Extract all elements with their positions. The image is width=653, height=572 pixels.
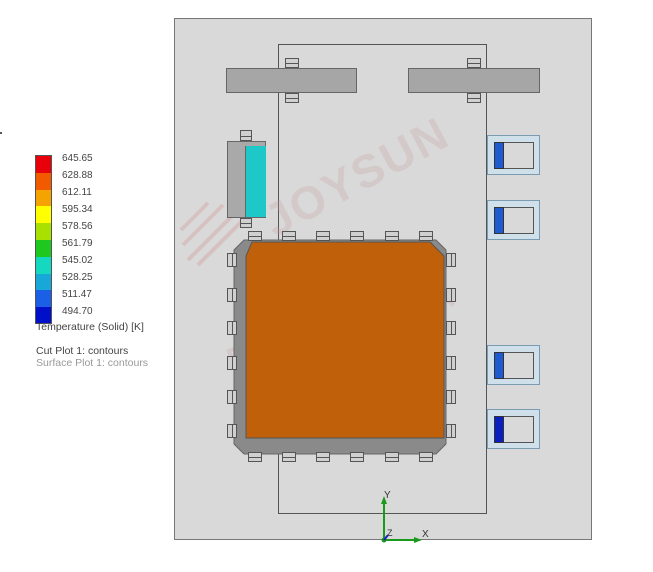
- blue-pad: [494, 142, 504, 169]
- chip-pin: [350, 231, 364, 241]
- legend-tick-label: 578.56: [62, 221, 93, 232]
- chip-pin: [446, 424, 456, 438]
- chip-pin: [446, 253, 456, 267]
- bar-pin: [285, 93, 299, 103]
- bar-pin: [467, 93, 481, 103]
- bar-pin: [467, 58, 481, 68]
- chip-pin: [282, 231, 296, 241]
- legend-tick-label: 511.47: [62, 289, 92, 300]
- right-component-1[interactable]: [487, 135, 540, 175]
- chip-pin: [227, 356, 237, 370]
- chip-pin: [316, 452, 330, 462]
- top-left-bar[interactable]: [226, 68, 357, 93]
- blue-pad: [494, 352, 504, 379]
- chip-pin: [282, 452, 296, 462]
- cyan-component[interactable]: [227, 141, 266, 218]
- chip-pin: [227, 321, 237, 335]
- legend-tick-label: 528.25: [62, 272, 93, 283]
- legend-bar-border: [35, 155, 52, 324]
- legend-title: Temperature (Solid) [K]: [36, 321, 144, 333]
- legend-tick-label: 595.34: [62, 204, 93, 215]
- x-axis-label: X: [422, 529, 429, 540]
- chip-pin: [446, 288, 456, 302]
- chip-pin: [227, 288, 237, 302]
- edge-marker: [0, 132, 2, 134]
- coordinate-triad: [381, 496, 422, 543]
- z-axis-label: Z: [387, 528, 393, 538]
- cut-plot-label: Cut Plot 1: contours: [36, 345, 129, 357]
- legend-tick-label: 612.11: [62, 187, 92, 198]
- right-component-2[interactable]: [487, 200, 540, 240]
- component-pin: [240, 130, 252, 141]
- right-component-4[interactable]: [487, 409, 540, 449]
- chip-pin: [385, 231, 399, 241]
- chip-pin: [446, 356, 456, 370]
- chip-pin: [446, 390, 456, 404]
- top-right-bar[interactable]: [408, 68, 540, 93]
- chip-pin: [227, 253, 237, 267]
- legend-tick-label: 645.65: [62, 153, 93, 164]
- legend-tick-label: 628.88: [62, 170, 93, 181]
- chip-pin: [227, 424, 237, 438]
- legend-tick-label: 494.70: [62, 306, 93, 317]
- component-pin: [240, 218, 252, 228]
- chip-pin: [350, 452, 364, 462]
- chip-pin: [248, 452, 262, 462]
- legend-tick-label: 561.79: [62, 238, 93, 249]
- right-component-3[interactable]: [487, 345, 540, 385]
- cyan-component-hot-area: [245, 146, 266, 217]
- blue-pad: [494, 416, 504, 443]
- chip-pin: [385, 452, 399, 462]
- blue-pad: [494, 207, 504, 234]
- chip-pin: [248, 231, 262, 241]
- main-chip[interactable]: [222, 228, 464, 468]
- chip-pin: [419, 231, 433, 241]
- chip-pin: [419, 452, 433, 462]
- legend-tick-label: 545.02: [62, 255, 93, 266]
- chip-pin: [316, 231, 330, 241]
- chip-pin: [227, 390, 237, 404]
- chip-pin: [446, 321, 456, 335]
- chip-die: [245, 241, 445, 439]
- surface-plot-label: Surface Plot 1: contours: [36, 357, 149, 369]
- y-axis-label: Y: [384, 490, 391, 501]
- bar-pin: [285, 58, 299, 68]
